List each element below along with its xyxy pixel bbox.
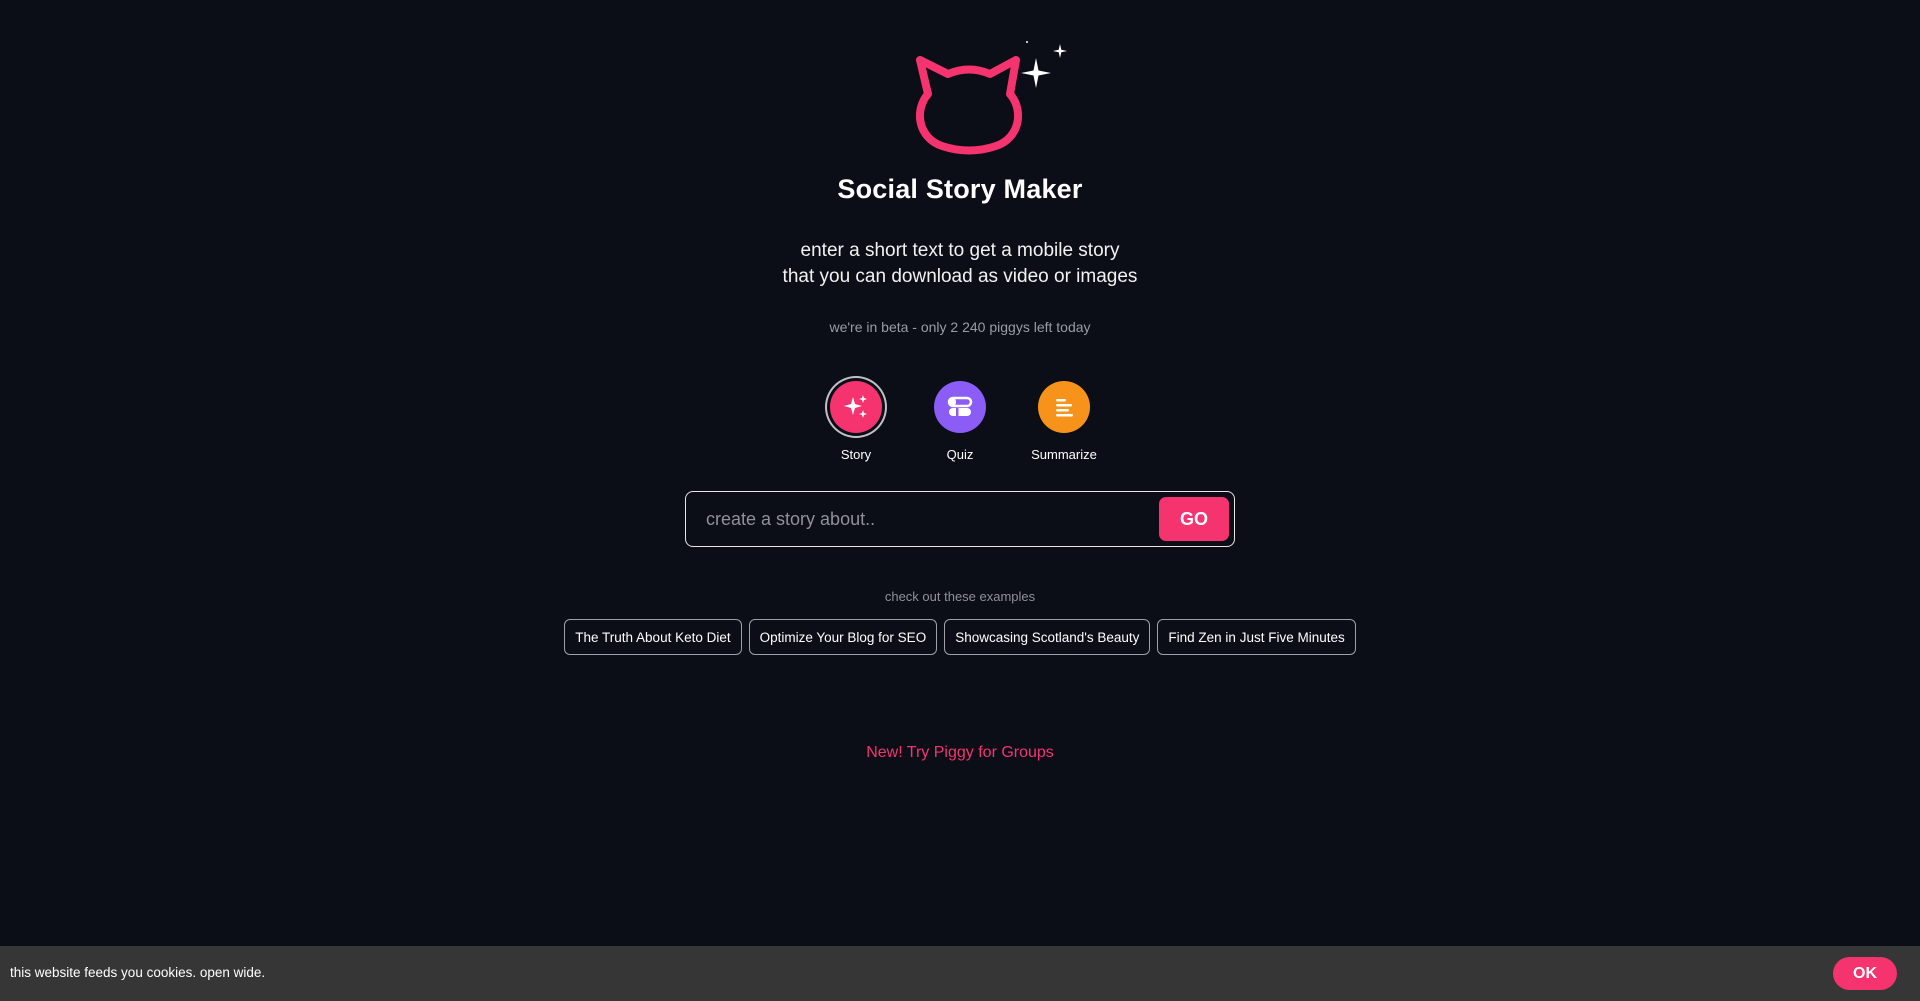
cookie-banner: this website feeds you cookies. open wid…: [0, 946, 1920, 1001]
mode-quiz-circle[interactable]: [934, 381, 986, 433]
examples-label: check out these examples: [884, 589, 1036, 604]
mode-story-label: Story: [840, 447, 872, 462]
mode-story-button[interactable]: Story: [824, 381, 888, 462]
page-title: Social Story Maker: [837, 174, 1083, 204]
mode-quiz-button[interactable]: Quiz: [928, 381, 992, 462]
story-prompt-input[interactable]: [704, 492, 1108, 547]
example-chip-zen[interactable]: Find Zen in Just Five Minutes: [1157, 619, 1356, 655]
cookie-text: this website feeds you cookies. open wid…: [10, 965, 266, 980]
mode-selector: Story Quiz Summarize: [0, 381, 1920, 462]
piggy-for-groups-link[interactable]: New! Try Piggy for Groups: [0, 744, 1920, 762]
sparkles-icon: [1021, 41, 1067, 88]
text-align-left-icon: [1056, 399, 1073, 417]
page: Social Story Maker enter a short text to…: [0, 0, 1920, 1001]
mode-summarize-circle[interactable]: [1038, 381, 1090, 433]
subtitle-line-1: enter a short text to get a mobile story: [800, 240, 1120, 261]
story-prompt-box: GO: [685, 491, 1235, 547]
sparkles-icon: [844, 395, 867, 418]
example-chip-scotland[interactable]: Showcasing Scotland's Beauty: [944, 619, 1151, 655]
example-chip-keto[interactable]: The Truth About Keto Diet: [564, 619, 742, 655]
subtitle: enter a short text to get a mobile story…: [0, 238, 1920, 290]
examples-list: The Truth About Keto Diet Optimize Your …: [0, 619, 1920, 655]
toggle-list-icon: [947, 396, 973, 416]
mode-summarize-button[interactable]: Summarize: [1031, 381, 1097, 462]
go-button[interactable]: GO: [1159, 497, 1229, 541]
cookie-ok-button[interactable]: OK: [1833, 957, 1897, 990]
logo: [910, 38, 1070, 158]
mode-story-circle[interactable]: [830, 381, 882, 433]
mode-quiz-label: Quiz: [946, 447, 974, 462]
subtitle-line-2: that you can download as video or images: [782, 266, 1138, 287]
mode-summarize-label: Summarize: [1031, 447, 1097, 462]
cat-face-icon: [916, 56, 1022, 155]
example-chip-seo[interactable]: Optimize Your Blog for SEO: [748, 619, 938, 655]
beta-notice: we're in beta - only 2 240 piggys left t…: [829, 319, 1091, 335]
